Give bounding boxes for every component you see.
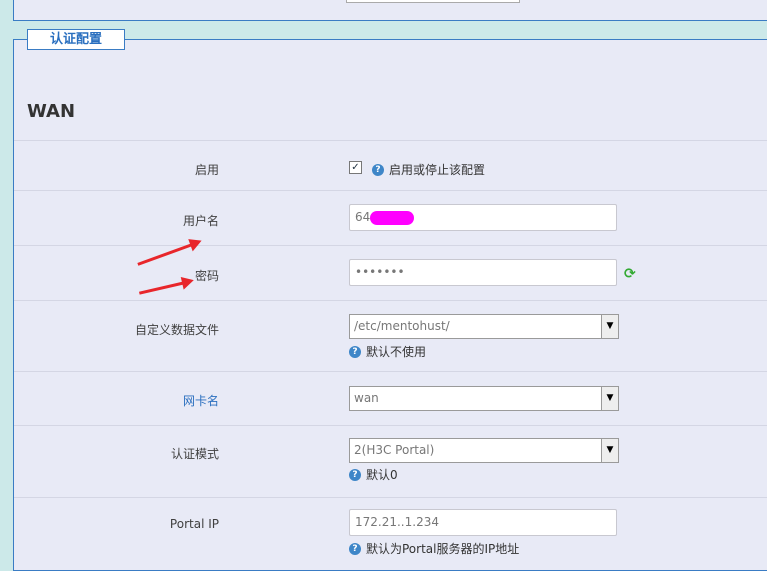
nic-label[interactable]: 网卡名: [183, 392, 219, 409]
help-icon: ?: [349, 542, 361, 555]
datafile-help: ? 默认不使用: [349, 343, 426, 360]
username-input[interactable]: 64: [349, 204, 617, 231]
row-username: 用户名 64: [14, 190, 767, 246]
username-label: 用户名: [182, 214, 219, 228]
previous-select[interactable]: [346, 0, 520, 3]
help-icon: ?: [372, 163, 384, 176]
password-input[interactable]: •••••••: [349, 259, 617, 286]
row-enable: 启用 ✓ ? 启用或停止该配置: [14, 140, 767, 191]
mode-select[interactable]: 2(H3C Portal) ▼: [349, 438, 619, 463]
help-icon: ?: [349, 468, 361, 481]
portal-ip-label: Portal IP: [169, 517, 219, 531]
datafile-label: 自定义数据文件: [134, 323, 219, 337]
row-password: 密码 ••••••• ⟳: [14, 245, 767, 301]
mode-label: 认证模式: [170, 447, 219, 461]
row-portal-ip: Portal IP 172.21..1.234 ? 默认为Portal服务器的IP…: [14, 497, 767, 568]
chevron-down-icon: ▼: [601, 439, 618, 462]
enable-help-text: 启用或停止该配置: [389, 163, 486, 177]
enable-help: ? 启用或停止该配置: [372, 161, 485, 178]
fieldset-legend: 认证配置: [27, 29, 125, 50]
enable-checkbox[interactable]: ✓: [349, 161, 362, 174]
help-icon: ?: [349, 345, 361, 358]
redaction-mark: [370, 210, 415, 225]
previous-section: [13, 0, 767, 21]
password-label: 密码: [194, 269, 219, 283]
chevron-down-icon: ▼: [601, 387, 618, 410]
datafile-select[interactable]: /etc/mentohust/▼: [349, 314, 619, 339]
row-datafile: 自定义数据文件 /etc/mentohust/▼ ? 默认不使用: [14, 300, 767, 372]
portal-ip-help: ? 默认为Portal服务器的IP地址: [349, 540, 519, 557]
nic-select[interactable]: wan ▼: [349, 386, 619, 411]
section-title: WAN: [27, 101, 76, 122]
chevron-down-icon: ▼: [601, 315, 618, 338]
enable-label: 启用: [194, 163, 219, 177]
row-nic: 网卡名 wan ▼: [14, 371, 767, 427]
row-mode: 认证模式 2(H3C Portal) ▼ ? 默认0: [14, 425, 767, 498]
reveal-password-icon[interactable]: ⟳: [624, 266, 636, 282]
mode-help: ? 默认0: [349, 466, 398, 483]
portal-ip-input[interactable]: 172.21..1.234: [349, 509, 617, 536]
